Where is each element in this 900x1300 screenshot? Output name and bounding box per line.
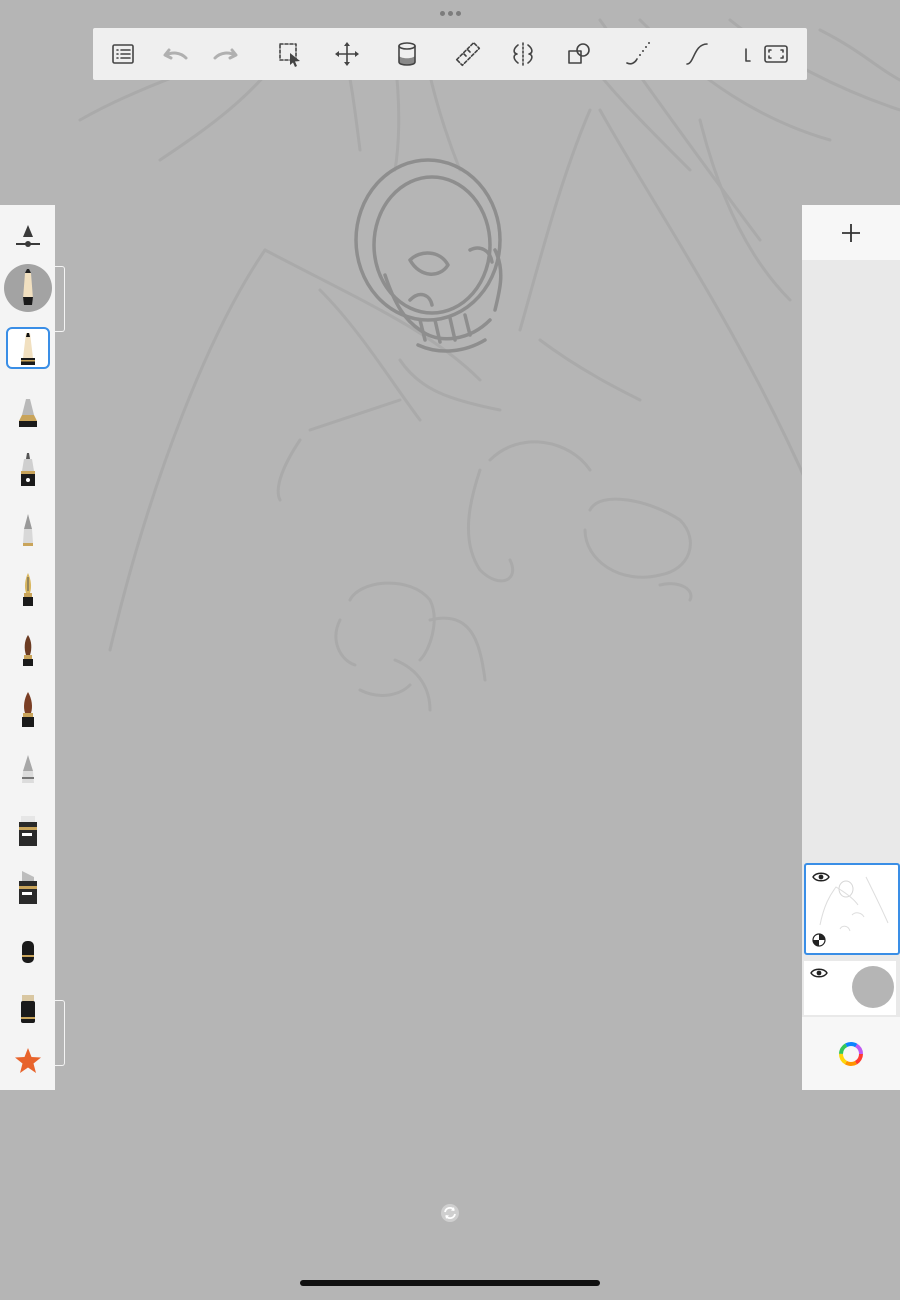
technical-pen-icon[interactable] xyxy=(6,447,50,491)
current-brush-pencil-icon[interactable] xyxy=(3,263,53,313)
sketch-drawing xyxy=(78,18,900,712)
inking-pen-icon[interactable] xyxy=(6,389,50,433)
ballpoint-pen-icon[interactable] xyxy=(6,507,50,551)
brush-group-bracket xyxy=(55,266,65,332)
ruler-icon[interactable] xyxy=(450,36,486,72)
calligraphy-brush-icon[interactable] xyxy=(6,687,50,731)
selection-icon[interactable] xyxy=(272,36,308,72)
grip-dot xyxy=(455,10,461,16)
grip-dot xyxy=(439,10,445,16)
visibility-eye-icon[interactable] xyxy=(810,967,828,979)
felt-tip-icon[interactable] xyxy=(6,747,50,791)
background-color-swatch[interactable] xyxy=(852,966,894,1008)
redo-icon[interactable] xyxy=(208,36,244,72)
brush-palette xyxy=(0,205,55,1090)
visibility-eye-icon[interactable] xyxy=(812,871,830,883)
curve-icon[interactable] xyxy=(679,36,715,72)
airbrush-icon[interactable] xyxy=(6,927,50,971)
eraser-icon[interactable] xyxy=(6,985,50,1029)
paint-brush-icon[interactable] xyxy=(6,627,50,671)
add-layer-button[interactable] xyxy=(802,205,900,260)
plus-icon xyxy=(842,223,860,242)
undo-icon[interactable] xyxy=(157,36,193,72)
symmetry-icon[interactable] xyxy=(505,36,541,72)
fountain-pen-icon[interactable] xyxy=(6,567,50,611)
color-picker-button[interactable] xyxy=(802,1017,900,1090)
color-wheel-icon xyxy=(839,1041,863,1066)
layer-thumbnail-background[interactable] xyxy=(804,961,896,1015)
chisel-marker-icon[interactable] xyxy=(6,865,50,909)
brush-group-bracket xyxy=(55,1000,65,1066)
fill-bucket-icon[interactable] xyxy=(389,36,425,72)
layers-panel xyxy=(802,205,900,1090)
move-transform-icon[interactable] xyxy=(329,36,365,72)
layer-blend-icon[interactable] xyxy=(812,933,826,947)
drawing-canvas[interactable] xyxy=(0,0,900,1295)
layer-thumbnail-sketch[interactable] xyxy=(804,863,900,955)
predictive-stroke-icon[interactable] xyxy=(620,36,656,72)
home-indicator[interactable] xyxy=(300,1280,600,1286)
brush-properties-icon[interactable] xyxy=(6,213,50,257)
marker-icon[interactable] xyxy=(6,807,50,851)
favorite-star-icon[interactable] xyxy=(6,1039,50,1083)
fullscreen-icon[interactable] xyxy=(758,36,794,72)
grip-dot xyxy=(447,10,453,16)
list-icon[interactable] xyxy=(105,36,141,72)
toolbar-drag-handle[interactable] xyxy=(436,8,464,18)
top-toolbar xyxy=(93,28,807,80)
sync-icon[interactable] xyxy=(440,1203,460,1223)
pencil-icon[interactable] xyxy=(6,327,50,369)
shapes-icon[interactable] xyxy=(561,36,597,72)
